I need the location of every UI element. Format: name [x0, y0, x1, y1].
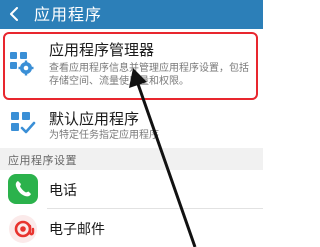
section-header-app-settings: 应用程序设置: [0, 148, 263, 170]
back-arrow-icon[interactable]: [8, 7, 22, 21]
page-title: 应用程序: [34, 5, 103, 24]
list-item-phone[interactable]: 电话: [0, 170, 263, 208]
list-item-default-apps[interactable]: 默认应用程序 为特定任务指定应用程序: [0, 103, 263, 148]
settings-list: 应用程序管理器 查看应用程序信息并管理应用程序设置，包括存储空间、流量使用量和权…: [0, 29, 263, 247]
settings-screen: 应用程序 应用程序管理器 查看应用程序信息并管理应用程序设置，包括存储空间、流量…: [0, 0, 263, 247]
default-apps-icon: [11, 112, 36, 134]
email-icon: [9, 215, 37, 243]
list-item-app-manager[interactable]: 应用程序管理器 查看应用程序信息并管理应用程序设置，包括存储空间、流量使用量和权…: [0, 29, 263, 103]
item-title-phone: 电话: [49, 183, 77, 199]
title-bar: 应用程序: [0, 0, 263, 29]
phone-icon: [8, 174, 38, 204]
section-header-label: 应用程序设置: [8, 154, 77, 167]
highlight-box: [3, 32, 258, 100]
item-desc-default-apps: 为特定任务指定应用程序: [49, 130, 159, 141]
item-title-email: 电子邮件: [49, 222, 105, 238]
item-title-default-apps: 默认应用程序: [49, 110, 140, 128]
list-item-email[interactable]: 电子邮件: [0, 209, 263, 247]
